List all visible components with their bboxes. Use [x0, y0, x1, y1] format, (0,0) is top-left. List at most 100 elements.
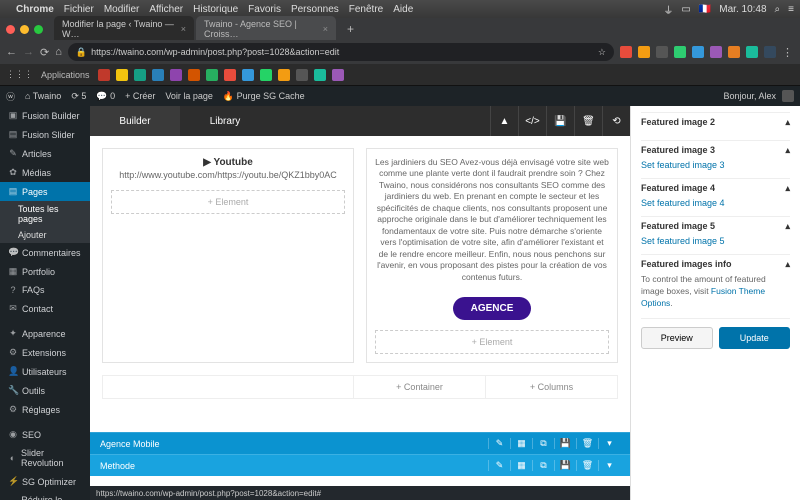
delete-icon[interactable]: 🗑	[576, 460, 598, 471]
chrome-menu-icon[interactable]: ⋮	[782, 46, 794, 58]
sidebar-item-apparence[interactable]: ✦Apparence	[0, 324, 90, 343]
new-tab-button[interactable]: +	[341, 22, 360, 36]
trash-icon[interactable]: 🗑	[574, 106, 602, 136]
view-page-link[interactable]: Voir la page	[165, 91, 213, 101]
sidebar-item-medias[interactable]: ✿Médias	[0, 163, 90, 182]
sidebar-item-seo[interactable]: ◉SEO	[0, 425, 90, 444]
menu-app[interactable]: Chrome	[16, 4, 54, 15]
updates-icon[interactable]: ⟳ 5	[71, 91, 86, 102]
search-icon[interactable]: ⌕	[775, 4, 781, 15]
menu-item[interactable]: Aide	[393, 4, 413, 15]
add-element-button[interactable]: + Element	[375, 330, 609, 354]
ext-icon[interactable]	[674, 46, 686, 58]
panel-featured-image-3[interactable]: Featured image 3▴	[641, 140, 790, 160]
code-icon[interactable]: </>	[518, 106, 546, 136]
ext-icon[interactable]	[656, 46, 668, 58]
sidebar-item-articles[interactable]: ✎Articles	[0, 144, 90, 163]
back-icon[interactable]: ←	[6, 46, 17, 58]
sidebar-subitem-all-pages[interactable]: Toutes les pages	[0, 201, 90, 227]
wifi-icon[interactable]: ⏚	[663, 2, 673, 17]
ext-icon[interactable]	[746, 46, 758, 58]
bookmark-icon[interactable]	[314, 69, 326, 81]
menu-item[interactable]: Personnes	[291, 4, 339, 15]
delete-icon[interactable]: 🗑	[576, 438, 598, 449]
bookmark-icon[interactable]	[260, 69, 272, 81]
youtube-element[interactable]: ▶ Youtube http://www.youtube.com/https:/…	[102, 148, 354, 363]
panel-featured-image-2[interactable]: Featured image 2▴	[641, 112, 790, 132]
sidebar-item-pages[interactable]: ▤Pages	[0, 182, 90, 201]
edit-icon[interactable]: ✎	[488, 438, 510, 449]
browser-tab-active[interactable]: Modifier la page ‹ Twaino — W…×	[54, 16, 194, 42]
add-container-button[interactable]: + Container	[353, 376, 485, 398]
ext-icon[interactable]	[638, 46, 650, 58]
reload-icon[interactable]: ⟳	[40, 46, 49, 59]
bookmark-icon[interactable]	[332, 69, 344, 81]
flag-icon[interactable]: 🇫🇷	[699, 4, 711, 15]
edit-icon[interactable]: ✎	[488, 460, 510, 471]
comments-icon[interactable]: 💬 0	[96, 91, 115, 102]
close-tab-icon[interactable]: ×	[323, 24, 328, 34]
maximize-icon[interactable]	[34, 25, 43, 34]
sidebar-item-faqs[interactable]: ?FAQs	[0, 281, 90, 299]
sidebar-item-fusion-slider[interactable]: ▤Fusion Slider	[0, 125, 90, 144]
sidebar-item-contact[interactable]: ✉Contact	[0, 299, 90, 318]
bookmark-icon[interactable]	[224, 69, 236, 81]
minimize-icon[interactable]	[20, 25, 29, 34]
tab-builder[interactable]: Builder	[90, 106, 180, 136]
chevron-down-icon[interactable]: ▾	[598, 438, 620, 449]
clone-icon[interactable]: ⧉	[532, 460, 554, 471]
agence-button[interactable]: AGENCE	[453, 297, 532, 320]
panel-featured-images-info[interactable]: Featured images info▴	[641, 254, 790, 274]
preview-button[interactable]: Preview	[641, 327, 713, 349]
ext-icon[interactable]	[728, 46, 740, 58]
save-icon[interactable]: 💾	[554, 438, 576, 449]
avatar[interactable]	[782, 90, 794, 102]
bookmark-icon[interactable]	[170, 69, 182, 81]
bookmarks-apps-label[interactable]: Applications	[41, 70, 90, 80]
save-icon[interactable]: 💾	[554, 460, 576, 471]
menu-icon[interactable]: ≡	[788, 4, 794, 15]
sidebar-item-reglages[interactable]: ⚙Réglages	[0, 400, 90, 419]
sidebar-item-utilisateurs[interactable]: 👤Utilisateurs	[0, 362, 90, 381]
bookmark-icon[interactable]	[116, 69, 128, 81]
ext-icon[interactable]	[620, 46, 632, 58]
clock[interactable]: Mar. 10:48	[719, 4, 766, 15]
browser-tab[interactable]: Twaino - Agence SEO | Croiss…×	[196, 16, 336, 42]
site-home-link[interactable]: ⌂ Twaino	[25, 91, 61, 101]
bookmark-icon[interactable]	[98, 69, 110, 81]
section-methode[interactable]: Methode ✎ ▦ ⧉ 💾 🗑 ▾	[90, 454, 630, 476]
bookmark-icon[interactable]	[134, 69, 146, 81]
save-icon[interactable]: 💾	[546, 106, 574, 136]
set-featured-image-4[interactable]: Set featured image 4	[641, 198, 790, 208]
set-featured-image-5[interactable]: Set featured image 5	[641, 236, 790, 246]
ext-icon[interactable]	[764, 46, 776, 58]
home-icon[interactable]: ⌂	[55, 46, 62, 58]
text-element[interactable]: Les jardiniers du SEO Avez-vous déjà env…	[366, 148, 618, 363]
bookmark-icon[interactable]	[278, 69, 290, 81]
bookmark-icon[interactable]	[206, 69, 218, 81]
menu-item[interactable]: Modifier	[104, 4, 140, 15]
menu-item[interactable]: Fichier	[64, 4, 94, 15]
update-button[interactable]: Update	[719, 327, 791, 349]
sidebar-item-commentaires[interactable]: 💬Commentaires	[0, 243, 90, 262]
bookmark-icon[interactable]	[152, 69, 164, 81]
new-content-button[interactable]: + Créer	[125, 91, 155, 101]
columns-icon[interactable]: ▦	[510, 460, 532, 471]
add-columns-button[interactable]: + Columns	[485, 376, 617, 398]
chevron-down-icon[interactable]: ▾	[598, 460, 620, 471]
close-tab-icon[interactable]: ×	[181, 24, 186, 34]
window-controls[interactable]	[6, 25, 43, 34]
bookmark-icon[interactable]	[296, 69, 308, 81]
wp-logo-icon[interactable]: ⓦ	[6, 90, 15, 103]
sidebar-subitem-add[interactable]: Ajouter	[0, 227, 90, 243]
panel-featured-image-5[interactable]: Featured image 5▴	[641, 216, 790, 236]
menu-item[interactable]: Fenêtre	[349, 4, 383, 15]
history-icon[interactable]: ⟲	[602, 106, 630, 136]
sidebar-item-extensions[interactable]: ⚙Extensions	[0, 343, 90, 362]
bookmark-icon[interactable]	[242, 69, 254, 81]
ext-icon[interactable]	[692, 46, 704, 58]
menu-item[interactable]: Favoris	[248, 4, 281, 15]
address-bar[interactable]: 🔒 https://twaino.com/wp-admin/post.php?p…	[68, 43, 614, 61]
forward-icon[interactable]: →	[23, 46, 34, 58]
greeting-text[interactable]: Bonjour, Alex	[723, 91, 776, 101]
